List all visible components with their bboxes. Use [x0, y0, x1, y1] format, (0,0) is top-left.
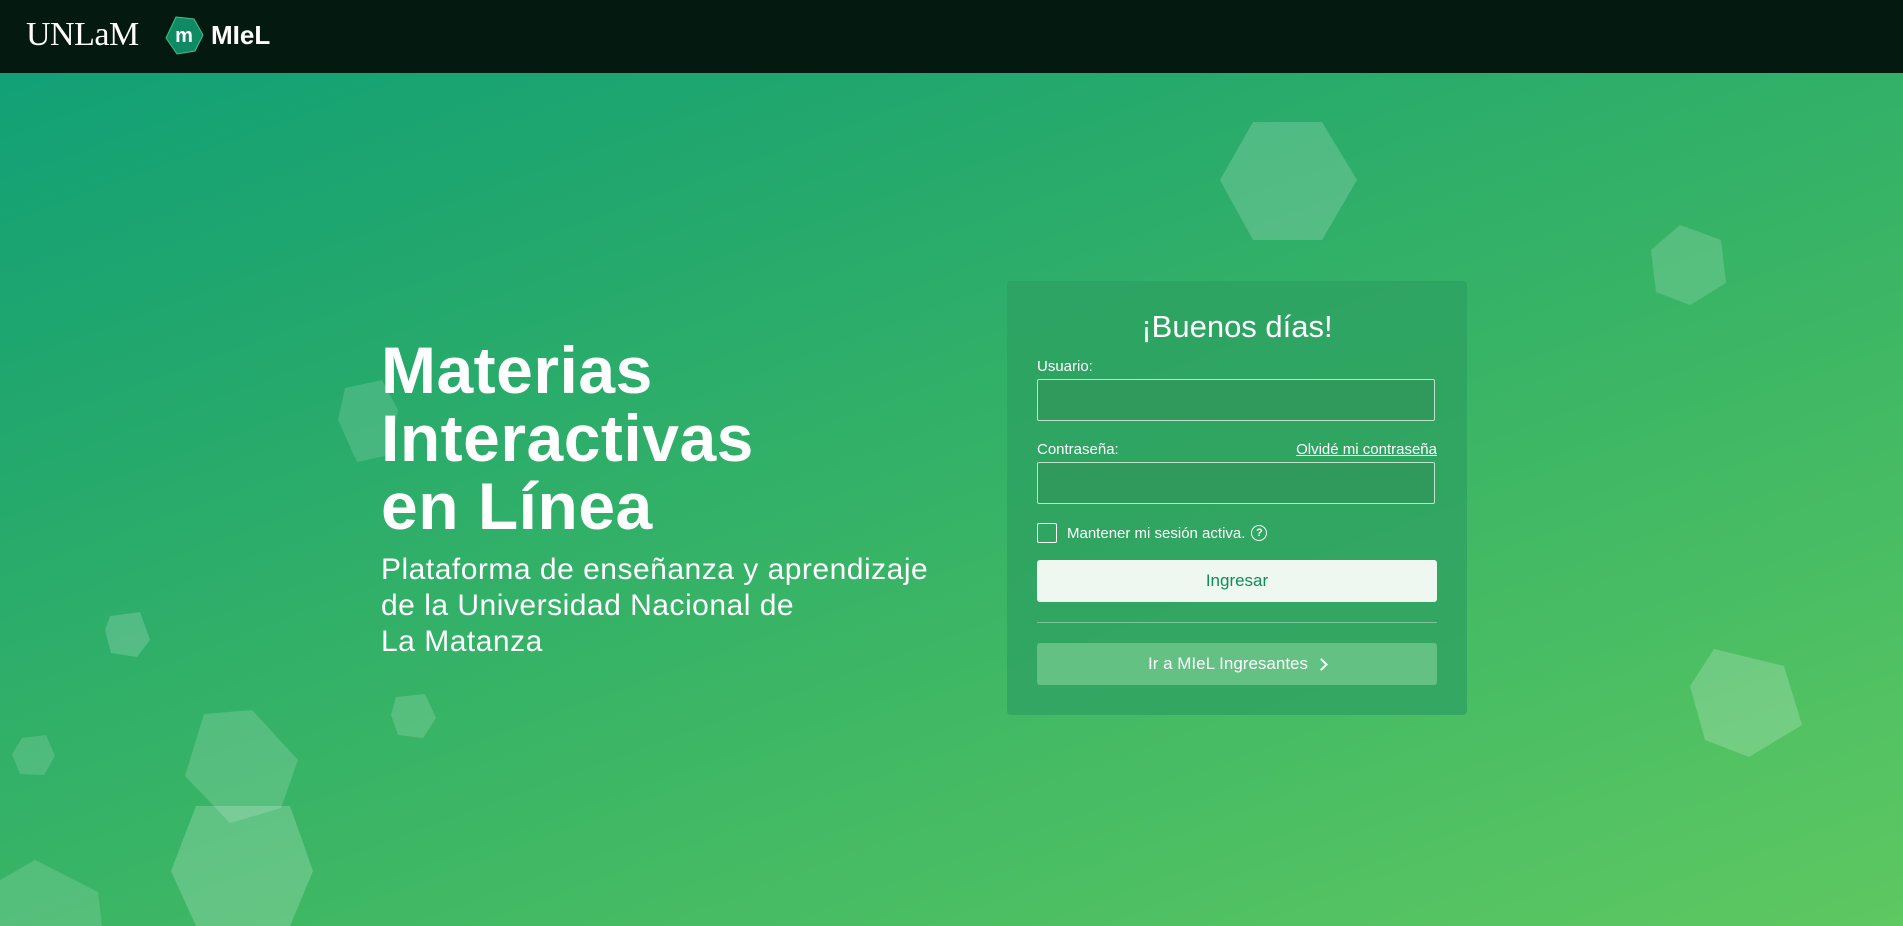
remember-session-checkbox[interactable]	[1037, 523, 1057, 543]
hero-subtitle-line: La Matanza	[381, 625, 543, 658]
remember-session-label[interactable]: Mantener mi sesión activa.	[1067, 525, 1245, 542]
divider	[1037, 622, 1437, 623]
hero-title-line: Interactivas	[381, 401, 754, 475]
hero-title-line: Materias	[381, 333, 653, 407]
hexagon-decor	[171, 806, 313, 926]
hero-subtitle: Plataforma de enseñanza y aprendizaje de…	[381, 552, 961, 660]
greeting-heading: ¡Buenos días!	[1141, 309, 1333, 344]
password-label: Contraseña:	[1037, 441, 1119, 458]
remember-session-row: Mantener mi sesión activa. ?	[1037, 523, 1268, 543]
forgot-password-link[interactable]: Olvidé mi contraseña	[1296, 441, 1437, 458]
miel-ingresantes-button[interactable]: Ir a MIeL Ingresantes	[1037, 643, 1437, 685]
question-circle-icon[interactable]: ?	[1251, 525, 1268, 541]
miel-ingresantes-label: Ir a MIeL Ingresantes	[1147, 654, 1308, 673]
username-input[interactable]	[1037, 379, 1435, 421]
hexagon-decor	[1220, 122, 1357, 240]
hexagon-decor	[12, 735, 55, 775]
top-navbar: UNLaM m MIeL	[0, 0, 1903, 73]
login-submit-button[interactable]: Ingresar	[1037, 560, 1437, 602]
hero-section: Materias Interactivas en Línea Plataform…	[381, 336, 961, 660]
hexagon-decor	[1651, 225, 1726, 305]
miel-mark-letter: m	[175, 25, 193, 47]
hexagon-decor	[391, 694, 436, 738]
hexagon-decor	[185, 710, 298, 823]
hero-subtitle-line: Plataforma de enseñanza y aprendizaje	[381, 553, 929, 586]
hexagon-decor	[105, 612, 150, 657]
hero-subtitle-line: de la Universidad Nacional de	[381, 589, 795, 622]
chevron-right-icon	[1315, 657, 1328, 671]
hexagon-decor	[1690, 649, 1802, 757]
password-input[interactable]	[1037, 462, 1435, 504]
miel-wordmark[interactable]: MIeL	[211, 20, 270, 51]
username-label: Usuario:	[1037, 358, 1093, 375]
hero-title-line: en Línea	[381, 469, 653, 543]
unlam-logo[interactable]: UNLaM	[26, 16, 139, 54]
miel-logo-icon[interactable]: m	[164, 16, 204, 56]
hexagon-decor	[0, 860, 102, 926]
hero-title: Materias Interactivas en Línea	[381, 336, 961, 540]
login-card: ¡Buenos días! Usuario: Contraseña: Olvid…	[1007, 281, 1467, 715]
